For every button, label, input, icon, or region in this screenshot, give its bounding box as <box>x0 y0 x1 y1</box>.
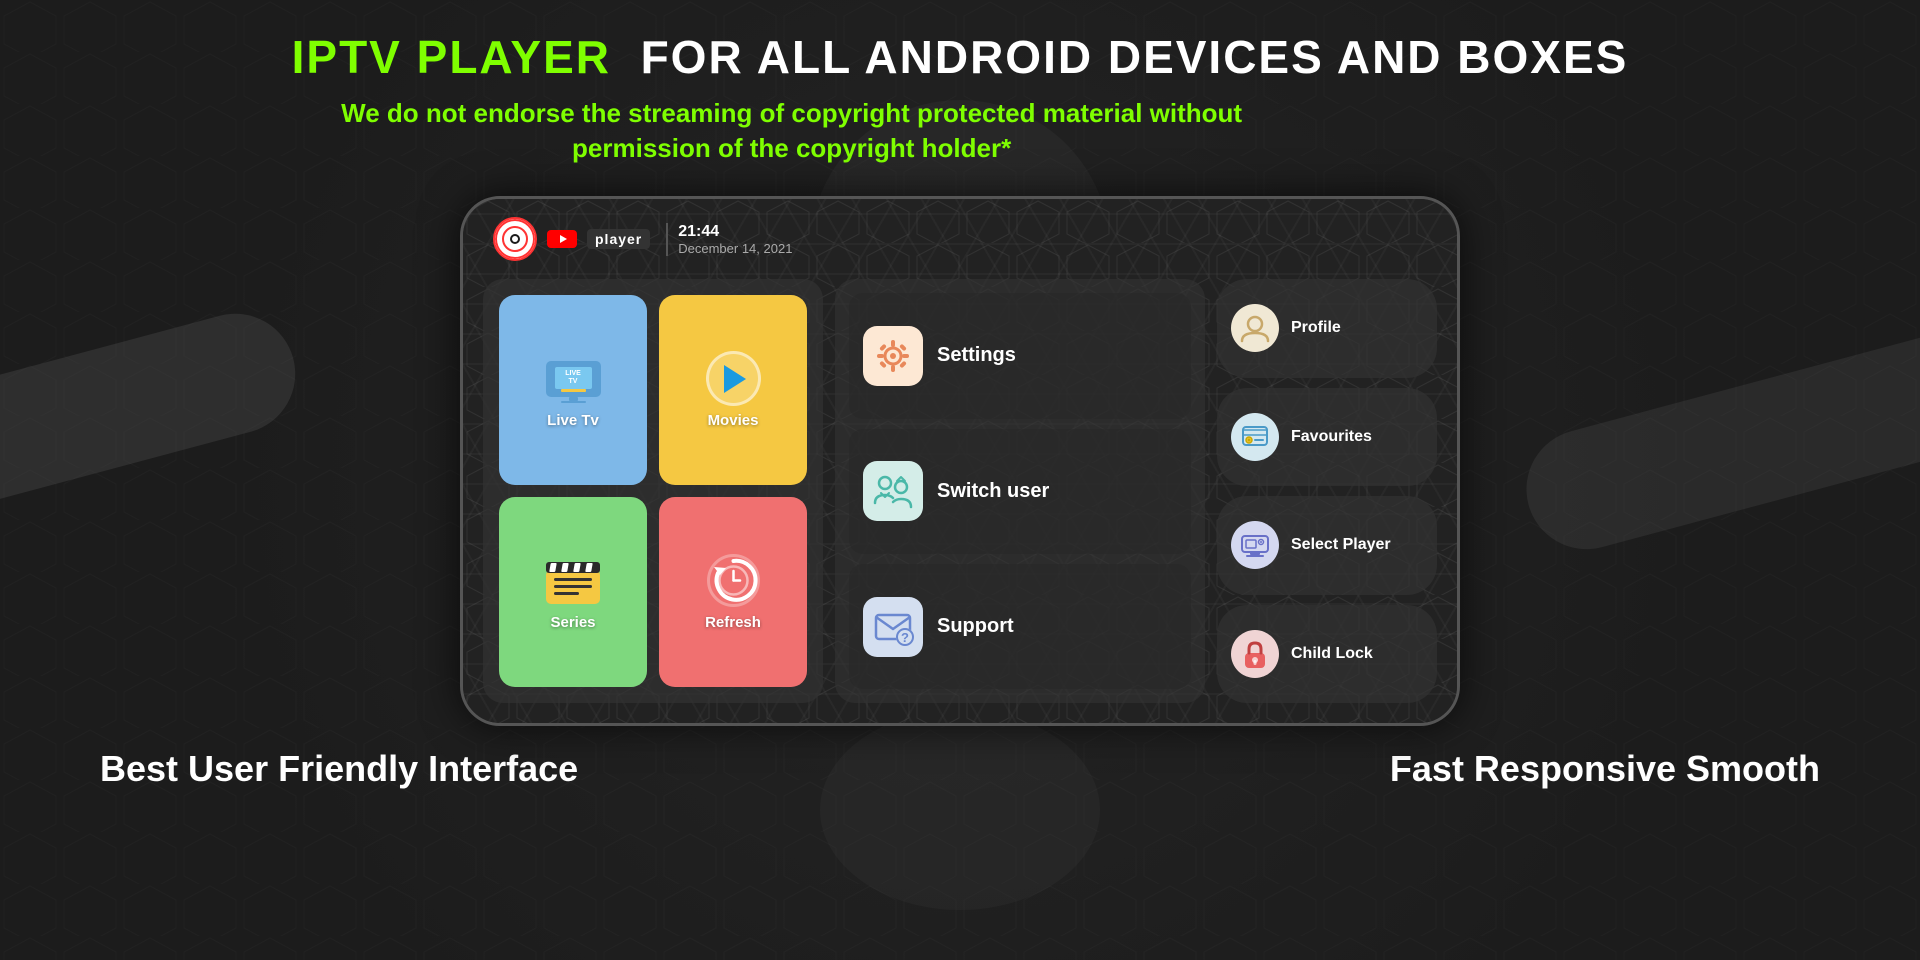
support-icon-container: ? <box>863 597 923 657</box>
status-bar: player 21:44 December 14, 2021 <box>493 217 792 261</box>
svg-text:?: ? <box>901 630 909 645</box>
main-menu-panel: LIVE TV Live Tv <box>483 279 823 703</box>
settings-icon <box>873 336 913 376</box>
child-lock-label: Child Lock <box>1291 645 1373 663</box>
svg-text:LIVE: LIVE <box>565 370 581 377</box>
main-title: IPTV PLAYER FOR ALL ANDROID DEVICES AND … <box>292 30 1629 84</box>
player-badge: player <box>587 229 650 249</box>
side-menu-panel: Profile Favourites <box>1217 279 1437 703</box>
refresh-icon <box>698 553 768 608</box>
settings-row[interactable]: Settings <box>849 293 1191 418</box>
center-menu-panel: Settings <box>835 279 1205 703</box>
clock-time: 21:44 <box>678 223 792 241</box>
select-player-icon <box>1240 530 1270 560</box>
header: IPTV PLAYER FOR ALL ANDROID DEVICES AND … <box>292 0 1629 166</box>
child-lock-icon <box>1241 639 1269 669</box>
support-row[interactable]: ? Support <box>849 564 1191 689</box>
live-tv-tile[interactable]: LIVE TV Live Tv <box>499 295 647 485</box>
favourites-button[interactable]: Favourites <box>1217 388 1437 487</box>
page-content: IPTV PLAYER FOR ALL ANDROID DEVICES AND … <box>0 0 1920 960</box>
favourites-icon <box>1240 422 1270 452</box>
current-date: December 14, 2021 <box>678 241 792 256</box>
select-player-button[interactable]: Select Player <box>1217 496 1437 595</box>
footer-left-text: Best User Friendly Interface <box>100 748 578 790</box>
footer-right-text: Fast Responsive Smooth <box>1390 748 1820 790</box>
svg-text:TV: TV <box>568 378 577 385</box>
select-player-label: Select Player <box>1291 536 1391 554</box>
support-label: Support <box>937 615 1014 638</box>
live-tv-label: Live Tv <box>547 412 599 429</box>
title-white-part: FOR ALL ANDROID DEVICES AND BOXES <box>641 31 1629 83</box>
series-tile[interactable]: Series <box>499 497 647 687</box>
movies-tile[interactable]: Movies <box>659 295 807 485</box>
series-label: Series <box>550 614 595 631</box>
device-mockup: player 21:44 December 14, 2021 LIVE TV <box>460 196 1460 726</box>
profile-icon-container <box>1231 304 1279 352</box>
youtube-badge <box>547 230 577 248</box>
switch-user-label: Switch user <box>937 480 1049 503</box>
movies-label: Movies <box>708 412 759 429</box>
child-lock-button[interactable]: Child Lock <box>1217 605 1437 704</box>
live-tv-icon: LIVE TV <box>538 351 608 406</box>
switch-user-icon <box>871 471 915 511</box>
switch-user-icon-container <box>863 461 923 521</box>
select-player-icon-container <box>1231 521 1279 569</box>
settings-icon-container <box>863 326 923 386</box>
subtitle-text: We do not endorse the streaming of copyr… <box>292 96 1292 166</box>
series-icon <box>538 553 608 608</box>
refresh-tile[interactable]: Refresh <box>659 497 807 687</box>
play-circle <box>706 351 761 406</box>
device-content: LIVE TV Live Tv <box>483 279 1437 703</box>
favourites-icon-container <box>1231 413 1279 461</box>
profile-label: Profile <box>1291 319 1341 337</box>
footer: Best User Friendly Interface Fast Respon… <box>0 748 1920 790</box>
play-triangle-icon <box>724 365 746 393</box>
title-green-part: IPTV PLAYER <box>292 31 611 83</box>
settings-label: Settings <box>937 344 1016 367</box>
time-info: 21:44 December 14, 2021 <box>666 223 792 256</box>
switch-user-row[interactable]: Switch user <box>849 429 1191 554</box>
support-icon: ? <box>872 607 914 647</box>
movies-icon <box>698 351 768 406</box>
child-lock-icon-container <box>1231 630 1279 678</box>
refresh-label: Refresh <box>705 614 761 631</box>
app-logo <box>493 217 537 261</box>
profile-icon <box>1240 313 1270 343</box>
profile-button[interactable]: Profile <box>1217 279 1437 378</box>
favourites-label: Favourites <box>1291 428 1372 446</box>
